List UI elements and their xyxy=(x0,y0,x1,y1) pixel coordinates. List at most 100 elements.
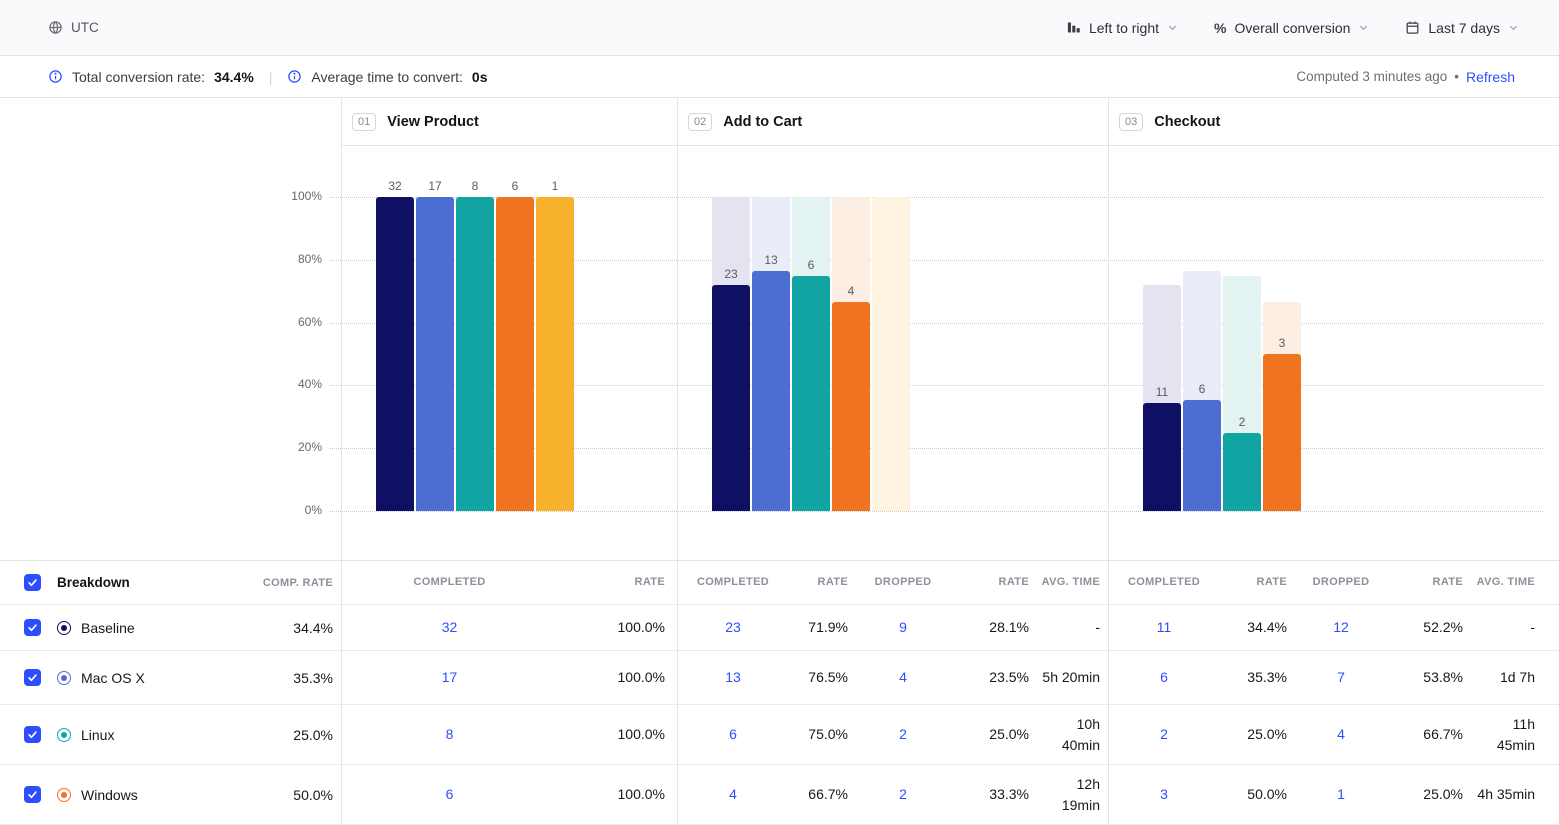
total-conversion-value: 34.4% xyxy=(214,69,254,85)
step3-avg-time: - xyxy=(1473,617,1559,637)
step1-completed-count[interactable]: 8 xyxy=(342,724,557,744)
y-axis-label: 80% xyxy=(298,252,322,266)
step-2-cells: 1376.5%423.5%5h 20min xyxy=(677,651,1108,704)
step-name: Add to Cart xyxy=(723,114,802,130)
breakdown-header: Breakdown xyxy=(57,575,130,590)
step1-completed-count[interactable]: 17 xyxy=(342,667,557,687)
step-1-cells: 6100.0% xyxy=(341,765,677,824)
step3-dropped-count[interactable]: 1 xyxy=(1297,784,1385,804)
step3-completed-count[interactable]: 3 xyxy=(1109,784,1219,804)
funnel-bar-baseline[interactable] xyxy=(376,197,414,511)
step3-dropped-count[interactable]: 12 xyxy=(1297,617,1385,637)
step3-completed-count[interactable]: 2 xyxy=(1109,724,1219,744)
rate-header: RATE xyxy=(1219,575,1297,591)
step1-completed-count[interactable]: 6 xyxy=(342,784,557,804)
step2-dropped-rate: 25.0% xyxy=(948,724,1039,744)
step2-dropped-rate: 28.1% xyxy=(948,617,1039,637)
series-color-indicator xyxy=(57,788,71,802)
row-checkbox[interactable] xyxy=(24,619,41,636)
step-3-cells: 225.0%466.7%11h 45min xyxy=(1108,705,1559,764)
step3-completed-count[interactable]: 11 xyxy=(1109,617,1219,637)
funnel-direction-select[interactable]: Left to right xyxy=(1066,20,1178,36)
date-range-label: Last 7 days xyxy=(1428,20,1500,36)
breakdown-row-mac-os-x: Mac OS X35.3%17100.0%1376.5%423.5%5h 20m… xyxy=(0,651,1559,705)
step2-rate: 71.9% xyxy=(788,617,858,637)
comp-rate-header: COMP. RATE xyxy=(263,577,341,589)
date-range-select[interactable]: Last 7 days xyxy=(1405,20,1519,36)
step2-dropped-count[interactable]: 2 xyxy=(858,784,948,804)
conversion-metric-select[interactable]: % Overall conversion xyxy=(1214,20,1369,36)
rate-header: RATE xyxy=(788,575,858,591)
completed-header: COMPLETED xyxy=(678,575,788,591)
funnel-bar-mac-os-x[interactable] xyxy=(752,271,790,511)
funnel-bar-windows[interactable] xyxy=(496,197,534,511)
breakdown-label: Baseline xyxy=(81,620,135,636)
funnel-insight: UTC Left to right % Overall conversion L… xyxy=(0,0,1559,825)
funnel-bar-windows[interactable] xyxy=(832,302,870,511)
funnel-bar-linux[interactable] xyxy=(1223,433,1261,512)
step2-dropped-count[interactable]: 9 xyxy=(858,617,948,637)
check-icon xyxy=(27,729,38,740)
dropped-rate-header: RATE xyxy=(1385,575,1473,591)
avg-time-label: Average time to convert: xyxy=(311,69,462,85)
refresh-button[interactable]: Refresh xyxy=(1466,69,1515,85)
breakdown-label: Windows xyxy=(81,787,138,803)
completed-header: COMPLETED xyxy=(1109,575,1219,591)
funnel-bar-baseline[interactable] xyxy=(712,285,750,511)
check-icon xyxy=(27,622,38,633)
funnel-bar-baseline[interactable] xyxy=(1143,403,1181,511)
check-icon xyxy=(27,577,38,588)
step-2-plot: 231364 xyxy=(678,197,1108,511)
step1-rate: 100.0% xyxy=(557,667,677,687)
step2-completed-count[interactable]: 6 xyxy=(678,724,788,744)
breakdown-row-linux: Linux25.0%8100.0%675.0%225.0%10h 40min22… xyxy=(0,705,1559,765)
bar-value-label: 3 xyxy=(1252,337,1312,349)
funnel-bar-series-5[interactable] xyxy=(536,197,574,511)
timezone-indicator[interactable]: UTC xyxy=(48,20,99,35)
series-color-indicator xyxy=(57,728,71,742)
step3-dropped-count[interactable]: 7 xyxy=(1297,667,1385,687)
series-color-indicator xyxy=(57,671,71,685)
total-conversion-label: Total conversion rate: xyxy=(72,69,205,85)
step2-completed-count[interactable]: 23 xyxy=(678,617,788,637)
step-number: 03 xyxy=(1119,113,1143,131)
step3-dropped-count[interactable]: 4 xyxy=(1297,724,1385,744)
step2-dropped-count[interactable]: 4 xyxy=(858,667,948,687)
step2-avg-time: - xyxy=(1039,617,1108,637)
breakdown-cell: Linux25.0% xyxy=(0,705,341,764)
step2-avg-time: 5h 20min xyxy=(1039,667,1108,687)
row-checkbox[interactable] xyxy=(24,669,41,686)
total-comp-rate-value: 35.3% xyxy=(293,670,341,686)
summary-bar: Total conversion rate: 34.4% | Average t… xyxy=(0,56,1559,98)
avg-time-value[interactable]: 0s xyxy=(472,69,488,85)
info-icon xyxy=(287,69,302,84)
step3-avg-time: 4h 35min xyxy=(1473,784,1559,804)
check-icon xyxy=(27,672,38,683)
step3-avg-time: 1d 7h xyxy=(1473,667,1559,687)
insight-controls: Left to right % Overall conversion Last … xyxy=(1066,20,1519,36)
step2-dropped-rate: 33.3% xyxy=(948,784,1039,804)
step-1-cells: 32100.0% xyxy=(341,605,677,650)
funnel-bar-linux[interactable] xyxy=(792,276,830,512)
funnel-bar-linux[interactable] xyxy=(456,197,494,511)
total-comp-rate-value: 25.0% xyxy=(293,727,341,743)
step2-completed-count[interactable]: 13 xyxy=(678,667,788,687)
step-header: 01 View Product xyxy=(342,98,677,146)
row-checkbox[interactable] xyxy=(24,726,41,743)
step-3-cells: 350.0%125.0%4h 35min xyxy=(1108,765,1559,824)
row-checkbox[interactable] xyxy=(24,786,41,803)
step2-completed-count[interactable]: 4 xyxy=(678,784,788,804)
step1-completed-count[interactable]: 32 xyxy=(342,617,557,637)
computed-text: Computed 3 minutes ago xyxy=(1296,69,1447,84)
computed-status: Computed 3 minutes ago • Refresh xyxy=(1296,69,1515,85)
step2-dropped-count[interactable]: 2 xyxy=(858,724,948,744)
select-all-checkbox[interactable] xyxy=(24,574,41,591)
step-header: 03 Checkout xyxy=(1109,98,1559,146)
dropped-rate-header: RATE xyxy=(948,575,1039,591)
funnel-bar-windows[interactable] xyxy=(1263,354,1301,511)
funnel-bar-mac-os-x[interactable] xyxy=(416,197,454,511)
conversion-metric-label: Overall conversion xyxy=(1234,20,1350,36)
chevron-down-icon xyxy=(1167,22,1178,33)
step3-completed-count[interactable]: 6 xyxy=(1109,667,1219,687)
table-header-row: Breakdown COMP. RATE COMPLETED RATE COMP… xyxy=(0,561,1559,605)
